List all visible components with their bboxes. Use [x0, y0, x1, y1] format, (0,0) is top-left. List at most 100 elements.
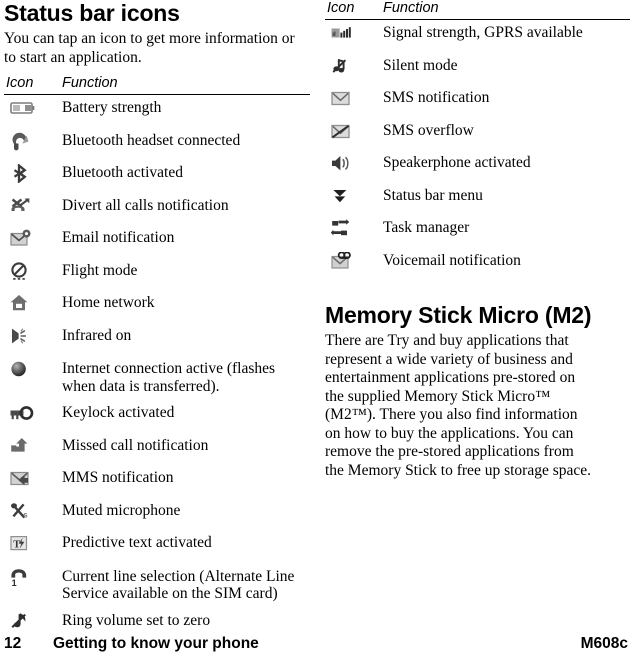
speakerphone-icon	[331, 154, 357, 174]
battery-strength-icon	[10, 99, 36, 119]
icon-cell	[4, 128, 60, 161]
silent-mode-icon	[331, 57, 357, 77]
icon-cell	[4, 355, 60, 400]
icon-cell	[4, 225, 60, 258]
intro-paragraph: You can tap an icon to get more informat…	[4, 30, 295, 66]
function-cell: Bluetooth headset connected	[62, 131, 241, 149]
footer-page-number: 12	[4, 635, 22, 652]
table-row: Flight mode	[4, 258, 310, 291]
status-bar-menu-icon	[331, 187, 357, 207]
function-cell: SMS notification	[383, 89, 490, 106]
function-cell: Speakerphone activated	[383, 154, 531, 171]
sms-notification-icon	[331, 89, 357, 109]
table-row: Speakerphone activated	[325, 150, 630, 183]
sms-overflow-icon	[331, 122, 357, 142]
svg-text:T: T	[13, 539, 20, 550]
task-manager-icon	[331, 219, 357, 239]
function-cell: Home network	[62, 294, 155, 311]
table-row: Home network	[4, 290, 310, 323]
function-cell: Task manager	[383, 219, 470, 236]
footer-chapter-title: Getting to know your phone	[53, 635, 259, 652]
function-cell: Email notification	[62, 229, 175, 246]
status-icons-table-left: Icon Function Battery strength Bluetooth…	[4, 75, 310, 640]
icon-cell	[4, 290, 60, 323]
table-body-left: Battery strength Bluetooth headset conne…	[4, 95, 310, 641]
table-row: SMS notification	[325, 85, 630, 118]
table-header: Icon Function	[325, 0, 630, 20]
icon-cell	[325, 215, 381, 248]
table-row: ıl Signal strength, GPRS available	[325, 20, 630, 53]
table-row: MMS notification	[4, 465, 310, 498]
ring-volume-zero-icon	[10, 612, 36, 632]
icon-cell	[325, 85, 381, 118]
table-row: S Muted microphone	[4, 498, 310, 531]
muted-microphone-icon: S	[10, 502, 36, 522]
line-selection-icon: 1	[10, 568, 36, 588]
infrared-icon	[10, 327, 36, 347]
svg-text:ıl: ıl	[332, 31, 336, 38]
table-row: Infrared on	[4, 323, 310, 356]
icon-cell	[4, 465, 60, 498]
icon-cell	[325, 118, 381, 151]
page-footer: 12 Getting to know your phone M608c	[0, 631, 632, 658]
icon-cell: 1	[4, 563, 60, 608]
page-title: Status bar icons	[4, 0, 180, 26]
column-header-icon: Icon	[327, 0, 355, 16]
status-icons-table-right: Icon Function ıl Signal strength, GPRS a…	[325, 0, 630, 280]
icon-cell	[4, 433, 60, 466]
table-row: Status bar menu	[325, 183, 630, 216]
column-header-function: Function	[62, 75, 118, 91]
icon-cell	[4, 258, 60, 291]
svg-text:S: S	[23, 512, 27, 519]
table-row: Bluetooth activated	[4, 160, 310, 193]
icon-cell	[4, 193, 60, 226]
function-cell: Infrared on	[62, 326, 132, 344]
table-row: Silent mode	[325, 53, 630, 86]
flight-mode-icon	[10, 261, 36, 282]
function-cell: Keylock activated	[62, 404, 175, 421]
function-cell: Flight mode	[62, 261, 138, 279]
column-header-function: Function	[383, 0, 439, 16]
function-cell: Muted microphone	[62, 501, 181, 519]
table-row: Divert all calls notification	[4, 193, 310, 226]
table-header: Icon Function	[4, 75, 310, 95]
icon-cell	[325, 248, 381, 281]
internet-connection-icon	[10, 360, 36, 380]
function-cell: Status bar menu	[383, 186, 483, 204]
missed-call-icon	[10, 437, 36, 457]
function-cell: Signal strength, GPRS available	[383, 24, 583, 41]
function-cell: Predictive text activated	[62, 534, 212, 551]
table-row: Battery strength	[4, 95, 310, 128]
column-header-icon: Icon	[6, 75, 34, 91]
function-cell: Current line selection (Alternate Line S…	[62, 567, 295, 603]
footer-model-name: M608c	[580, 635, 628, 652]
section-body-memory-stick: There are Try and buy applications that …	[325, 332, 591, 479]
table-row: 1 Current line selection (Alternate Line…	[4, 563, 310, 608]
icon-cell	[325, 53, 381, 86]
icon-cell	[4, 323, 60, 356]
table-row: Keylock activated	[4, 400, 310, 433]
bluetooth-icon	[10, 164, 36, 184]
icon-cell	[325, 150, 381, 183]
manual-page: Status bar icons You can tap an icon to …	[0, 0, 632, 658]
section-title-memory-stick: Memory Stick Micro (M2)	[325, 302, 592, 328]
table-row: Bluetooth headset connected	[4, 128, 310, 161]
icon-cell: T	[4, 530, 60, 563]
table-row: Internet connection active (flashes when…	[4, 355, 310, 400]
table-body-right: ıl Signal strength, GPRS available Silen…	[325, 20, 630, 281]
function-cell: Missed call notification	[62, 436, 209, 454]
divert-calls-icon	[10, 197, 36, 217]
icon-cell: ıl	[325, 20, 381, 53]
svg-text:1: 1	[12, 578, 17, 587]
signal-strength-gprs-icon: ıl	[331, 24, 357, 44]
icon-cell	[4, 95, 60, 128]
table-row: Task manager	[325, 215, 630, 248]
table-row: T Predictive text activated	[4, 530, 310, 563]
right-column: Icon Function ıl Signal strength, GPRS a…	[325, 0, 630, 480]
function-cell: Bluetooth activated	[62, 164, 183, 181]
function-cell: Voicemail notification	[383, 251, 521, 269]
keylock-icon	[10, 404, 36, 424]
icon-cell	[4, 160, 60, 193]
table-row: Email notification	[4, 225, 310, 258]
function-cell: Silent mode	[383, 56, 458, 74]
